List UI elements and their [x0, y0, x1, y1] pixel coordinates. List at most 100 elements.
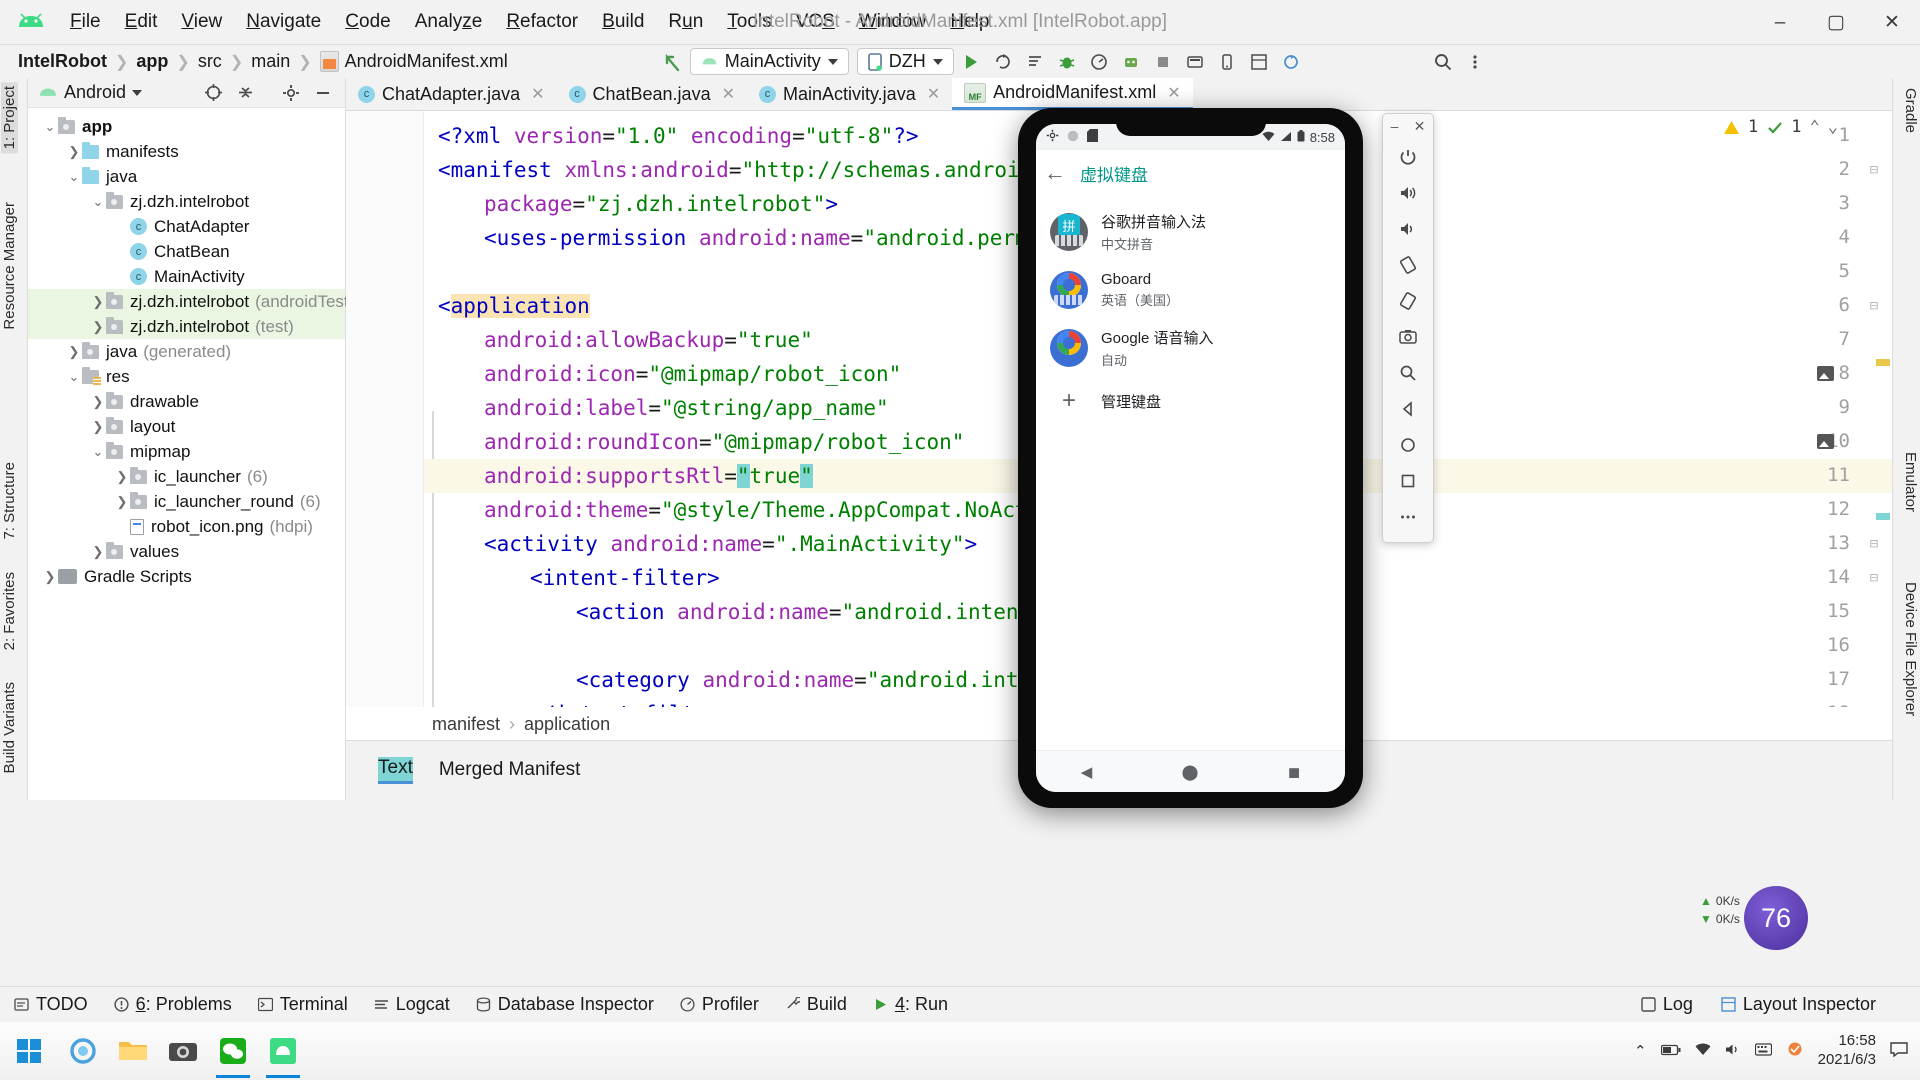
tree-item-layout[interactable]: ❯ layout: [28, 414, 345, 439]
gear-icon[interactable]: [278, 80, 304, 106]
chevron-right-icon[interactable]: ❯: [42, 569, 58, 585]
chevron-right-icon[interactable]: ❯: [114, 494, 130, 510]
code-line[interactable]: <intent-filter>: [530, 561, 720, 595]
tree-item-values[interactable]: ❯ values: [28, 539, 345, 564]
target-icon[interactable]: [200, 80, 226, 106]
breadcrumb-item-app[interactable]: app: [136, 51, 168, 72]
code-line[interactable]: package="zj.dzh.intelrobot">: [484, 187, 838, 221]
apply-code-changes-icon[interactable]: [1020, 48, 1050, 75]
tree-item-ic-launcher-round[interactable]: ❯ ic_launcher_round (6): [28, 489, 345, 514]
more-icon[interactable]: [1390, 499, 1426, 535]
tree-item-java[interactable]: ⌄ java: [28, 164, 345, 189]
avd-manager-icon[interactable]: [1212, 48, 1242, 75]
menu-item-code[interactable]: Code: [333, 7, 402, 37]
tab-merged-manifest[interactable]: Merged Manifest: [439, 759, 581, 783]
windows-start-icon[interactable]: [0, 1022, 58, 1080]
screenshot-icon[interactable]: [1390, 319, 1426, 355]
menu-item-vcs[interactable]: VCS: [784, 7, 847, 37]
more-icon[interactable]: [1460, 48, 1490, 75]
tree-item-app[interactable]: ⌄ app: [28, 114, 345, 139]
sdk-manager-icon[interactable]: [1180, 48, 1210, 75]
tree-item-robot-icon-png[interactable]: · robot_icon.png(hdpi): [28, 514, 345, 539]
taskbar-file-explorer-icon[interactable]: [108, 1022, 158, 1080]
bottom-tool-logcat[interactable]: Logcat: [374, 994, 450, 1015]
bottom-tool-layout-inspector[interactable]: Layout Inspector: [1721, 994, 1876, 1015]
sidebar-item-resource-manager[interactable]: Resource Manager: [1, 198, 18, 334]
editor-tab-chatbean-java[interactable]: c ChatBean.java ✕: [557, 78, 748, 110]
chevron-down-icon[interactable]: ⌄: [66, 369, 82, 385]
bottom-tool-log[interactable]: Log: [1641, 994, 1693, 1015]
code-line[interactable]: <action android:name="android.inten: [576, 595, 1019, 629]
emulator-minimize-button[interactable]: –: [1391, 118, 1399, 135]
run-icon[interactable]: [956, 48, 986, 75]
menu-item-view[interactable]: View: [169, 7, 234, 37]
image-preview-gutter-icon[interactable]: [1817, 366, 1834, 381]
taskbar-cortana-icon[interactable]: [58, 1022, 108, 1080]
volume-icon[interactable]: [1725, 1043, 1741, 1060]
nav-home-icon[interactable]: ⬤: [1182, 763, 1199, 781]
chevron-down-icon[interactable]: [132, 89, 143, 96]
menu-item-refactor[interactable]: Refactor: [494, 7, 590, 37]
minimize-panel-icon[interactable]: [310, 80, 336, 106]
code-line[interactable]: <application: [438, 289, 590, 323]
bottom-tool-todo[interactable]: TODO: [14, 994, 88, 1015]
chevron-down-icon[interactable]: ⌄: [66, 169, 82, 185]
menu-item-edit[interactable]: Edit: [113, 7, 170, 37]
code-line[interactable]: <activity android:name=".MainActivity">: [484, 527, 977, 561]
project-view-label[interactable]: Android: [64, 82, 126, 103]
menu-item-tools[interactable]: Tools: [715, 7, 783, 37]
back-nav-icon[interactable]: [1390, 391, 1426, 427]
debug-icon[interactable]: [1052, 48, 1082, 75]
collapse-all-icon[interactable]: [232, 80, 258, 106]
menu-item-run[interactable]: Run: [656, 7, 715, 37]
sidebar-item-emulator[interactable]: Emulator: [1902, 448, 1919, 516]
chevron-right-icon[interactable]: ❯: [90, 294, 106, 310]
code-fold-icon[interactable]: ⊟: [1866, 706, 1882, 707]
chevron-down-icon[interactable]: ⌄: [1828, 117, 1838, 137]
sidebar-item-structure[interactable]: 7: Structure: [1, 458, 18, 544]
sidebar-item-project[interactable]: 1: Project: [1, 82, 18, 154]
code-line[interactable]: android:label="@string/app_name": [484, 391, 889, 425]
menu-item-file[interactable]: File: [58, 7, 113, 37]
volume-down-icon[interactable]: [1390, 211, 1426, 247]
chevron-down-icon[interactable]: [827, 58, 838, 65]
rotate-right-icon[interactable]: [1390, 283, 1426, 319]
bottom-tool-problems[interactable]: 6: Problems: [114, 994, 232, 1015]
chevron-up-icon[interactable]: ⌃: [1810, 117, 1820, 137]
nav-recents-icon[interactable]: ◼: [1288, 763, 1300, 781]
inspection-widget[interactable]: 1 1 ⌃ ⌄: [1723, 117, 1838, 137]
tree-item-ic-launcher[interactable]: ❯ ic_launcher (6): [28, 464, 345, 489]
chevron-right-icon[interactable]: ❯: [114, 469, 130, 485]
emulator-close-button[interactable]: ✕: [1414, 118, 1426, 135]
menu-item-build[interactable]: Build: [590, 7, 656, 37]
keyboard-item-3[interactable]: + 管理键盘: [1036, 378, 1345, 424]
bottom-tool-profiler[interactable]: Profiler: [680, 994, 759, 1015]
tree-item-manifests[interactable]: ❯ manifests: [28, 139, 345, 164]
sidebar-item-gradle[interactable]: Gradle: [1902, 84, 1919, 137]
menu-item-window[interactable]: Window: [847, 7, 939, 37]
breadcrumb-item-intelrobot[interactable]: IntelRobot: [18, 51, 107, 72]
sidebar-item-favorites[interactable]: 2: Favorites: [1, 568, 18, 654]
code-line[interactable]: <category android:name="android.int: [576, 663, 1019, 697]
keyboard-item-1[interactable]: Gboard 英语（美国）: [1036, 262, 1345, 318]
tree-item-res[interactable]: ⌄ res: [28, 364, 345, 389]
close-icon[interactable]: ✕: [722, 84, 735, 104]
stop-icon[interactable]: [1148, 48, 1178, 75]
bottom-tool-build[interactable]: Build: [785, 994, 847, 1015]
tree-item-zj-dzh-intelrobot[interactable]: ❯ zj.dzh.intelrobot (test): [28, 314, 345, 339]
taskbar-wechat-icon[interactable]: [208, 1022, 258, 1080]
code-fold-icon[interactable]: ⊟: [1866, 536, 1882, 552]
rotate-left-icon[interactable]: [1390, 247, 1426, 283]
nav-back-icon[interactable]: ◀: [1081, 763, 1093, 781]
sidebar-item-device-file-explorer[interactable]: Device File Explorer: [1902, 578, 1919, 720]
profile-icon[interactable]: [1084, 48, 1114, 75]
layout-inspector-icon[interactable]: [1244, 48, 1274, 75]
back-arrow-icon[interactable]: ←: [1044, 160, 1066, 186]
code-fold-icon[interactable]: ⊟: [1866, 298, 1882, 314]
keyboard-item-0[interactable]: 拼谷歌拼音输入法 中文拼音: [1036, 202, 1345, 262]
tree-item-zj-dzh-intelrobot[interactable]: ❯ zj.dzh.intelrobot (androidTest): [28, 289, 354, 314]
code-line[interactable]: android:roundIcon="@mipmap/robot_icon": [484, 425, 964, 459]
chevron-down-icon[interactable]: ⌄: [90, 194, 106, 210]
run-configuration-selector[interactable]: MainActivity: [689, 48, 849, 75]
taskbar-clock[interactable]: 16:58 2021/6/3: [1818, 1032, 1876, 1070]
